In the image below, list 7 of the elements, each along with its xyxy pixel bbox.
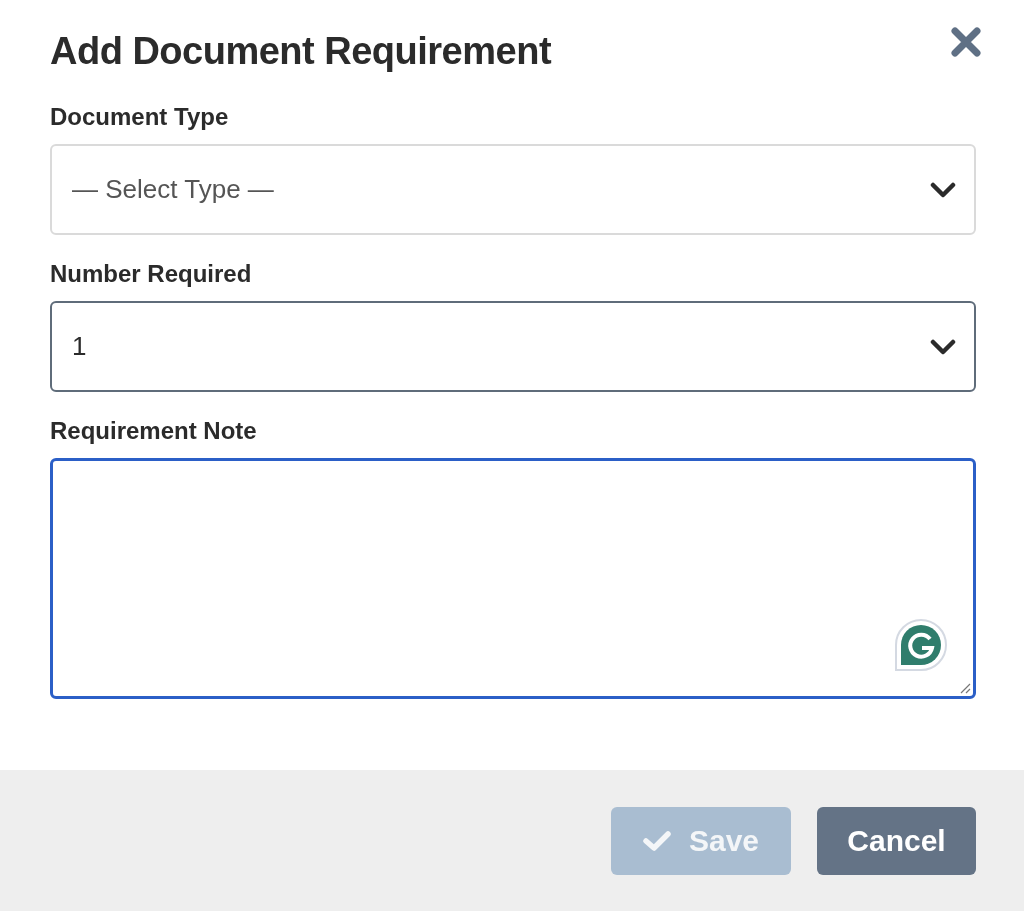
cancel-button[interactable]: Cancel [817,806,976,875]
dialog-title: Add Document Requirement [50,30,552,73]
select-field[interactable]: 1 [50,301,976,392]
field-label: Requirement Note [50,417,258,445]
field-label: Number Required [50,260,253,288]
select-field[interactable]: — Select Type — [50,144,976,235]
field-label: Document Type [50,103,230,131]
